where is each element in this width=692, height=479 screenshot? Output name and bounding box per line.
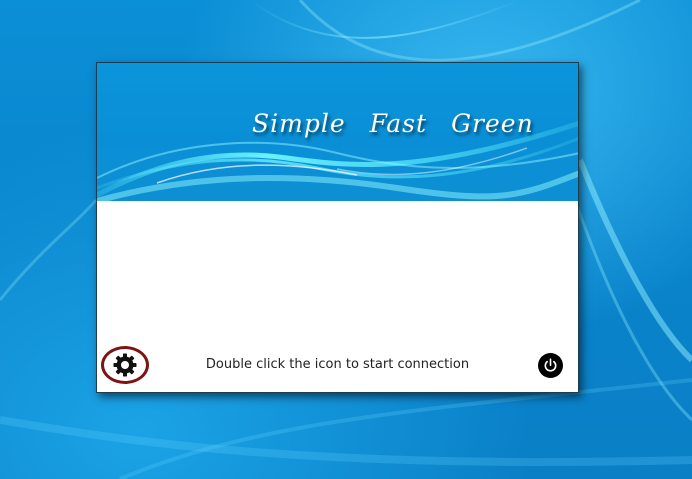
status-message: Double click the icon to start connectio… [205, 357, 470, 372]
slogan-word-fast: Fast [369, 109, 428, 138]
slogan-word-green: Green [451, 109, 534, 138]
power-icon [544, 358, 557, 372]
desktop-background: Simple Fast Green Double click the icon … [0, 0, 692, 479]
slogan-word-simple: Simple [252, 109, 346, 138]
slogan: Simple Fast Green [252, 109, 558, 138]
header-banner: Simple Fast Green [97, 63, 578, 201]
power-button[interactable] [538, 353, 563, 378]
app-window: Simple Fast Green Double click the icon … [96, 62, 579, 393]
